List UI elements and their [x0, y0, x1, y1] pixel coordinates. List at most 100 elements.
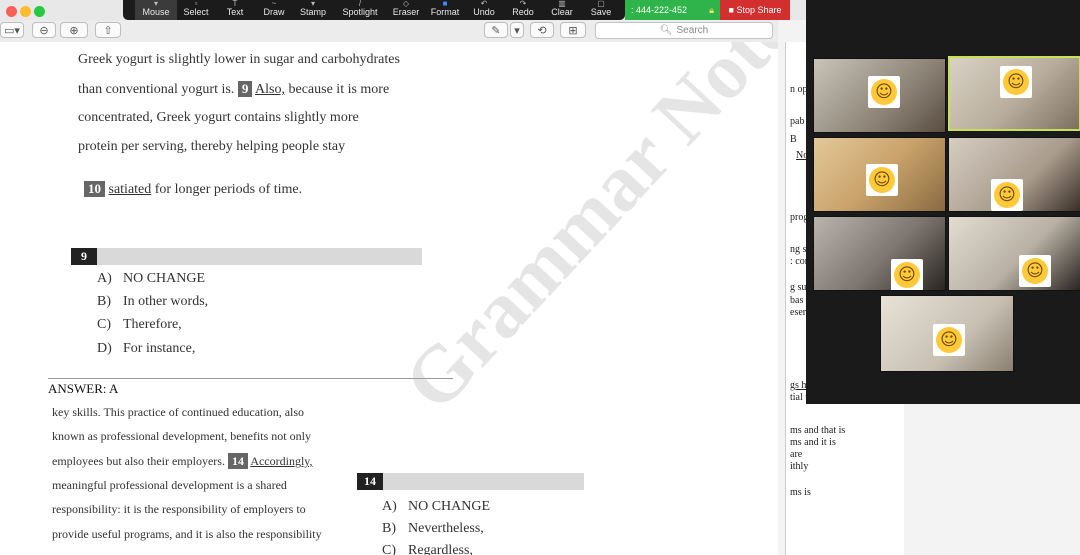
annotate-spotlight-button[interactable]: / Spotlight	[337, 0, 383, 20]
face-blur: ☺	[991, 179, 1023, 211]
participant-video-tile[interactable]: ☺	[813, 58, 946, 133]
para2-line4: meaningful professional development is a…	[52, 478, 287, 492]
para2-line5: responsibility: it is the responsibility…	[52, 502, 306, 516]
para1-line1: Greek yogurt is slightly lower in sugar …	[78, 52, 400, 67]
toolbox-button[interactable]: ⊞	[560, 22, 586, 38]
annotate-clear-button[interactable]: ▥ Clear	[541, 0, 583, 20]
undo-icon: ↶	[480, 0, 488, 8]
meeting-id-indicator[interactable]: : 444-222-452 🔒︎	[625, 0, 720, 20]
smiley-icon: ☺	[936, 327, 962, 353]
q14-option-a[interactable]: A) NO CHANGE	[382, 499, 490, 515]
chevron-down-icon: ▾	[514, 23, 520, 37]
preview-toolbar: ▭▾ ⊖ ⊕ ⇧ ✎ ▾ ⟲ ⊞ 🔍︎ Search	[0, 20, 780, 43]
bg-text-line: n op	[790, 84, 808, 95]
toolbox-icon: ⊞	[568, 23, 578, 37]
annotate-mouse-button[interactable]: ▾ Mouse	[135, 0, 177, 20]
annotate-stamp-button[interactable]: ▾ Stamp	[292, 0, 334, 20]
q9-option-a[interactable]: A) NO CHANGE	[97, 271, 205, 287]
participant-video-tile[interactable]: ☺	[948, 216, 1080, 291]
annotate-select-button[interactable]: ▫ Select	[175, 0, 217, 20]
share-icon: ⇧	[103, 23, 113, 37]
annotate-eraser-button[interactable]: ◇ Eraser	[385, 0, 427, 20]
face-blur: ☺	[1000, 66, 1032, 98]
smiley-icon: ☺	[869, 167, 895, 193]
bg-text-line: pab	[790, 116, 805, 127]
face-blur: ☺	[1019, 255, 1051, 287]
face-blur: ☺	[868, 76, 900, 108]
para1-line2: than conventional yogurt is. 9 Also, bec…	[78, 81, 389, 98]
q9-option-c[interactable]: C) Therefore,	[97, 317, 182, 333]
smiley-icon: ☺	[1003, 69, 1029, 95]
para1-line5: 10 satiated for longer periods of time.	[84, 181, 302, 198]
annotate-save-button[interactable]: ▢ Save	[580, 0, 622, 20]
markup-dropdown-button[interactable]: ▾	[510, 22, 524, 38]
q9-option-d[interactable]: D) For instance,	[97, 341, 195, 357]
search-input[interactable]: 🔍︎ Search	[595, 22, 773, 39]
smiley-icon: ☺	[994, 182, 1020, 208]
question-marker-14[interactable]: 14	[227, 453, 248, 469]
question-marker-9[interactable]: 9	[237, 81, 253, 97]
para2-line1: key skills. This practice of continued e…	[52, 405, 305, 419]
underlined-accordingly: Accordingly,	[250, 454, 313, 468]
sidebar-toggle-button[interactable]: ▭▾	[0, 22, 24, 38]
annotate-undo-button[interactable]: ↶ Undo	[463, 0, 505, 20]
minimize-window-button[interactable]	[20, 6, 31, 17]
zoom-out-button[interactable]: ⊖	[32, 22, 56, 38]
underlined-also: Also,	[255, 82, 285, 97]
zoom-window-button[interactable]	[34, 6, 45, 17]
face-blur: ☺	[933, 324, 965, 356]
face-blur: ☺	[866, 164, 898, 196]
zoom-in-button[interactable]: ⊕	[60, 22, 88, 38]
search-placeholder: Search	[676, 25, 709, 36]
answer-label: ANSWER: A	[48, 381, 119, 396]
annotate-draw-button[interactable]: ~ Draw	[253, 0, 295, 20]
participant-video-tile[interactable]: ☺	[813, 137, 946, 212]
bg-text-line: ms and it is	[790, 437, 836, 448]
lock-icon: 🔒︎	[709, 5, 714, 15]
participant-video-tile-active[interactable]: ☺	[948, 56, 1080, 131]
markup-pen-button[interactable]: ✎	[484, 22, 508, 38]
para1-line5-rest: for longer periods of time.	[154, 182, 303, 197]
para2-line6: provide useful programs, and it is also …	[52, 527, 322, 541]
video-gallery: ☺ ☺ ☺ ☺ ☺ ☺ ☺	[806, 0, 1080, 404]
annotate-format-button[interactable]: ■ Format	[424, 0, 466, 20]
smiley-icon: ☺	[1022, 258, 1048, 284]
stop-share-button[interactable]: ■ Stop Share	[720, 0, 790, 20]
bg-text-line: ms is	[790, 487, 811, 498]
participant-video-tile[interactable]: ☺	[880, 295, 1014, 372]
question-marker-10[interactable]: 10	[84, 181, 105, 197]
draw-icon: ~	[271, 0, 277, 8]
rotate-icon: ⟲	[537, 23, 547, 37]
bg-text-line: ithly	[790, 461, 809, 472]
para1-line2-rest: because it is more	[288, 82, 390, 97]
question-9-number: 9	[71, 248, 97, 265]
rotate-button[interactable]: ⟲	[530, 22, 554, 38]
stop-icon: ■	[728, 5, 734, 15]
answer-divider	[48, 378, 453, 379]
underlined-satiated: satiated	[108, 182, 152, 197]
question-9-header: 9	[71, 248, 422, 265]
eraser-icon: ◇	[402, 0, 410, 8]
text-icon: T	[232, 0, 238, 8]
zoom-in-icon: ⊕	[69, 23, 79, 37]
close-window-button[interactable]	[6, 6, 17, 17]
document-page: Greek yogurt is slightly lower in sugar …	[0, 42, 778, 555]
smiley-icon: ☺	[871, 79, 897, 105]
stop-share-label: Stop Share	[736, 5, 782, 15]
spotlight-icon: /	[358, 0, 362, 8]
share-button[interactable]: ⇧	[95, 22, 121, 38]
participant-video-tile[interactable]: ☺	[813, 216, 946, 291]
question-14-number: 14	[357, 473, 383, 490]
q9-option-b[interactable]: B) In other words,	[97, 294, 208, 310]
annotate-redo-button[interactable]: ↷ Redo	[502, 0, 544, 20]
annotate-toolbar: ▾ Mouse ▫ Select T Text ~ Draw ▾ Stamp / Spotl…	[123, 0, 625, 20]
annotate-text-button[interactable]: T Text	[214, 0, 256, 20]
trash-icon: ▥	[558, 0, 566, 8]
bg-text-line: g su	[790, 282, 807, 293]
q14-option-c[interactable]: C) Regardless,	[382, 543, 473, 555]
q14-option-b[interactable]: B) Nevertheless,	[382, 521, 484, 537]
meeting-id: : 444-222-452	[631, 5, 688, 15]
participant-video-tile[interactable]: ☺	[948, 137, 1080, 212]
bg-text-line: bas	[790, 295, 804, 306]
para1-line3: concentrated, Greek yogurt contains slig…	[78, 110, 359, 125]
